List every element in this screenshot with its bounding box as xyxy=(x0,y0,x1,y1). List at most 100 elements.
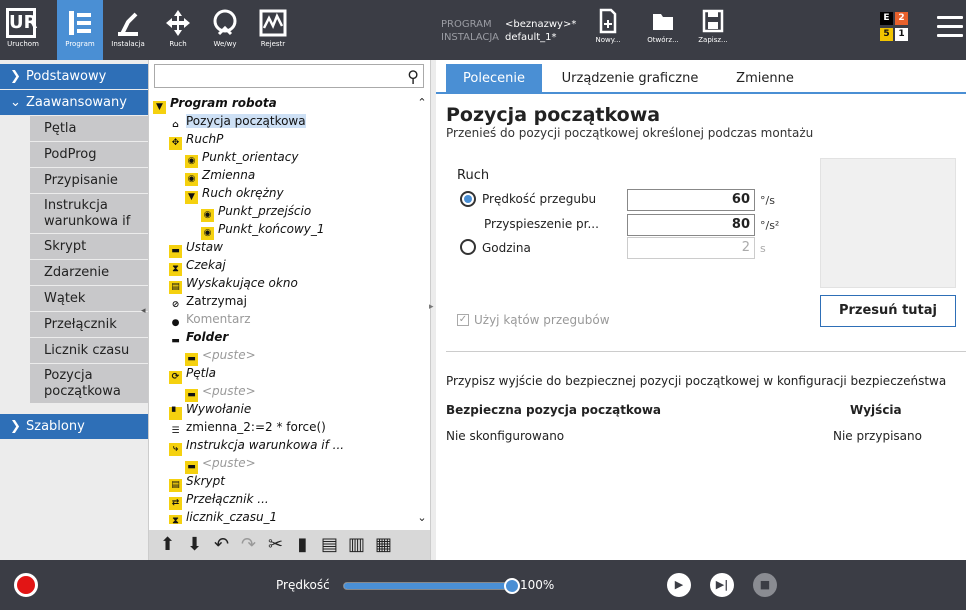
tree-row[interactable]: ✥ RuchP xyxy=(169,130,223,150)
joint-speed-field[interactable]: 60 xyxy=(627,189,755,211)
tree-row[interactable]: ⧗ Czekaj xyxy=(169,256,226,276)
speed-slider-handle[interactable] xyxy=(504,578,520,594)
save-button[interactable]: Zapisz... xyxy=(695,0,731,60)
move-down-icon[interactable]: ⬇ xyxy=(182,530,209,560)
tree-row[interactable]: ⧗ licznik_czasu_1 xyxy=(169,508,277,524)
tree-row[interactable]: ▼ Ruch okrężny xyxy=(185,184,284,204)
paste-icon[interactable]: ▤ xyxy=(317,530,344,560)
time-unit: s xyxy=(760,242,766,255)
safe-home-status: Nie skonfigurowano xyxy=(446,429,565,443)
node-item[interactable]: Zdarzenie xyxy=(30,260,148,286)
cut-icon[interactable]: ✂ xyxy=(263,530,290,560)
tab-move[interactable]: Ruch xyxy=(158,0,198,60)
play-icon[interactable]: ▶ xyxy=(667,573,691,597)
step-icon[interactable]: ▶| xyxy=(710,573,734,597)
tree-row[interactable]: ▬ <puste> xyxy=(185,454,256,474)
tree-row[interactable]: ⤷ Instrukcja warunkowa if ... xyxy=(169,436,344,456)
tree-row[interactable]: ◉ Punkt_końcowy_1 xyxy=(201,220,325,240)
status-e-count: 2 xyxy=(895,12,908,25)
node-item[interactable]: PodProg xyxy=(30,142,148,168)
use-joint-angles-checkbox[interactable]: ✓ xyxy=(457,314,469,326)
copy-icon[interactable]: ▮ xyxy=(290,530,317,560)
suppress-icon[interactable]: ▦ xyxy=(371,530,398,560)
tree-row[interactable]: ◉ Zmienna xyxy=(185,166,256,186)
tree-row[interactable]: ▬ Ustaw xyxy=(169,238,223,258)
scroll-up-icon[interactable]: ⌃ xyxy=(415,96,429,109)
tree-row[interactable]: ▤ Wyskakujące okno xyxy=(169,274,298,294)
category-basic[interactable]: ❯ Podstawowy xyxy=(0,64,148,89)
scroll-down-icon[interactable]: ⌄ xyxy=(415,511,429,524)
open-label: Otwórz... xyxy=(647,36,679,44)
tab-variables[interactable]: Zmienne xyxy=(720,64,810,94)
stop-icon[interactable]: ■ xyxy=(753,573,777,597)
panel-collapse-icon[interactable]: ◂ xyxy=(141,306,146,316)
joint-speed-radio[interactable] xyxy=(460,191,476,207)
tree-row[interactable]: ● Komentarz xyxy=(169,310,251,328)
tab-log[interactable]: Rejestr xyxy=(250,0,296,60)
tree-row[interactable]: ▤ Skrypt xyxy=(169,472,225,492)
tree-row[interactable]: ◉ Punkt_przejścio xyxy=(201,202,311,222)
safe-home-info: Przypisz wyjście do bezpiecznej pozycji … xyxy=(446,374,947,388)
tab-run[interactable]: Uruchom xyxy=(0,0,46,60)
node-item[interactable]: Przełącznik xyxy=(30,312,148,338)
tree-row-label: Program robota xyxy=(170,96,277,110)
node-item[interactable]: Wątek xyxy=(30,286,148,312)
tree-row[interactable]: ▘ Wywołanie xyxy=(169,400,251,420)
node-item[interactable]: Przypisanie xyxy=(30,168,148,194)
time-field[interactable]: 2 xyxy=(627,237,755,259)
tree-row-label: Ruch okrężny xyxy=(202,186,284,200)
tab-graphics[interactable]: Urządzenie graficzne xyxy=(550,64,710,94)
tab-program[interactable]: Program xyxy=(57,0,103,60)
tree-row[interactable]: ⌂ Pozycja początkowa xyxy=(169,112,306,130)
category-templates[interactable]: ❯ Szablony xyxy=(0,414,148,439)
circle-move-icon: ▼ xyxy=(185,191,198,204)
tree-scrollbar[interactable]: ⌃ ⌄ xyxy=(415,96,429,526)
status-indicator[interactable]: E 2 5 1 xyxy=(880,12,924,48)
acceleration-unit: °/s² xyxy=(760,219,780,232)
undo-icon[interactable]: ↶ xyxy=(209,530,236,560)
tree-row[interactable]: ☰ zmienna_2:=2 * force() xyxy=(169,418,325,436)
outputs-status: Nie przypisano xyxy=(833,429,922,443)
tree-row[interactable]: ▬ <puste> xyxy=(185,346,256,366)
speed-value: 100% xyxy=(520,578,555,592)
acceleration-field[interactable]: 80 xyxy=(627,214,755,236)
move-here-button[interactable]: Przesuń tutaj xyxy=(820,295,956,327)
speed-slider[interactable] xyxy=(343,578,520,594)
delete-icon[interactable]: ▥ xyxy=(344,530,371,560)
tree-row[interactable]: ▬ <puste> xyxy=(185,382,256,402)
tree-row[interactable]: ⇄ Przełącznik ... xyxy=(169,490,269,510)
tree-row[interactable]: ◉ Punkt_orientacy xyxy=(185,148,299,168)
node-item[interactable]: Licznik czasu xyxy=(30,338,148,364)
tab-installation[interactable]: Instalacja xyxy=(106,0,150,60)
tab-io[interactable]: We/wy xyxy=(205,0,245,60)
redo-icon[interactable]: ↷ xyxy=(236,530,263,560)
tree-search-input[interactable]: ⚲ xyxy=(154,64,424,88)
open-button[interactable]: Otwórz... xyxy=(643,0,683,60)
command-library: ❯ Podstawowy ⌄ Zaawansowany Pętla PodProg Pr… xyxy=(0,60,148,560)
move-up-icon[interactable]: ⬆ xyxy=(155,530,182,560)
joint-speed-label: Prędkość przegubu xyxy=(482,192,597,206)
node-item[interactable]: Skrypt xyxy=(30,234,148,260)
node-item[interactable]: Instrukcja warunkowa if xyxy=(30,194,148,234)
status-e: E xyxy=(880,12,893,25)
tree-row-label: Zmienna xyxy=(202,168,256,182)
installation-name: default_1* xyxy=(505,32,557,43)
tree-row[interactable]: ▼ Program robota xyxy=(153,94,277,114)
category-advanced[interactable]: ⌄ Zaawansowany xyxy=(0,90,148,115)
node-item[interactable]: Pętla xyxy=(30,116,148,142)
tab-command[interactable]: Polecenie xyxy=(446,64,542,94)
time-radio[interactable] xyxy=(460,239,476,255)
hamburger-menu-icon[interactable] xyxy=(937,16,963,38)
folder-icon xyxy=(653,14,673,30)
search-icon[interactable]: ⚲ xyxy=(407,67,419,86)
new-button[interactable]: Nowy... xyxy=(592,0,624,60)
tree-row[interactable]: ▬ Folder xyxy=(169,328,228,346)
tree-row[interactable]: ⟳ Pętla xyxy=(169,364,216,384)
tree-row-label: <puste> xyxy=(202,384,256,398)
new-file-icon xyxy=(599,8,617,34)
node-item[interactable]: Pozycja początkowa xyxy=(30,364,148,404)
power-record-button[interactable] xyxy=(14,573,38,597)
tree-row-label: Punkt_orientacy xyxy=(202,150,299,164)
divider xyxy=(446,351,966,352)
tree-row[interactable]: ⊘ Zatrzymaj xyxy=(169,292,247,310)
